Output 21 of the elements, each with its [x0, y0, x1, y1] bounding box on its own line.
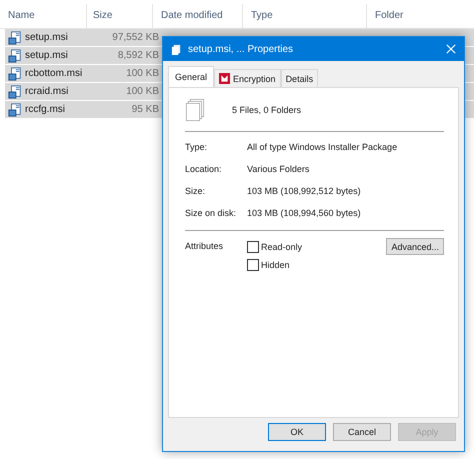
summary-text: 5 Files, 0 Folders: [232, 105, 302, 115]
file-size: 100 KB: [125, 86, 159, 97]
file-name: rcraid.msi: [25, 86, 70, 97]
property-value: Various Folders: [247, 164, 310, 175]
file-size: 100 KB: [125, 68, 159, 79]
property-label: Location:: [185, 164, 223, 175]
file-name: setup.msi: [25, 50, 69, 61]
property-label: Type:: [185, 142, 208, 153]
file-size: 95 KB: [130, 104, 159, 115]
property-value: 103 MB (108,992,512 bytes): [247, 186, 361, 197]
attributes-label: Attributes: [185, 241, 224, 251]
file-name: rcbottom.msi: [25, 68, 84, 79]
file-size: 97,552 KB: [111, 32, 159, 43]
property-label: Size:: [185, 186, 206, 197]
file-size: 8,592 KB: [116, 50, 159, 61]
property-value: 103 MB (108,994,560 bytes): [247, 208, 361, 219]
file-name: setup.msi: [25, 32, 69, 43]
window-title: setup.msi, ... Properties: [188, 44, 294, 54]
file-name: rccfg.msi: [25, 104, 66, 115]
property-value: All of type Windows Installer Package: [247, 142, 398, 153]
property-label: Size on disk:: [185, 208, 238, 219]
